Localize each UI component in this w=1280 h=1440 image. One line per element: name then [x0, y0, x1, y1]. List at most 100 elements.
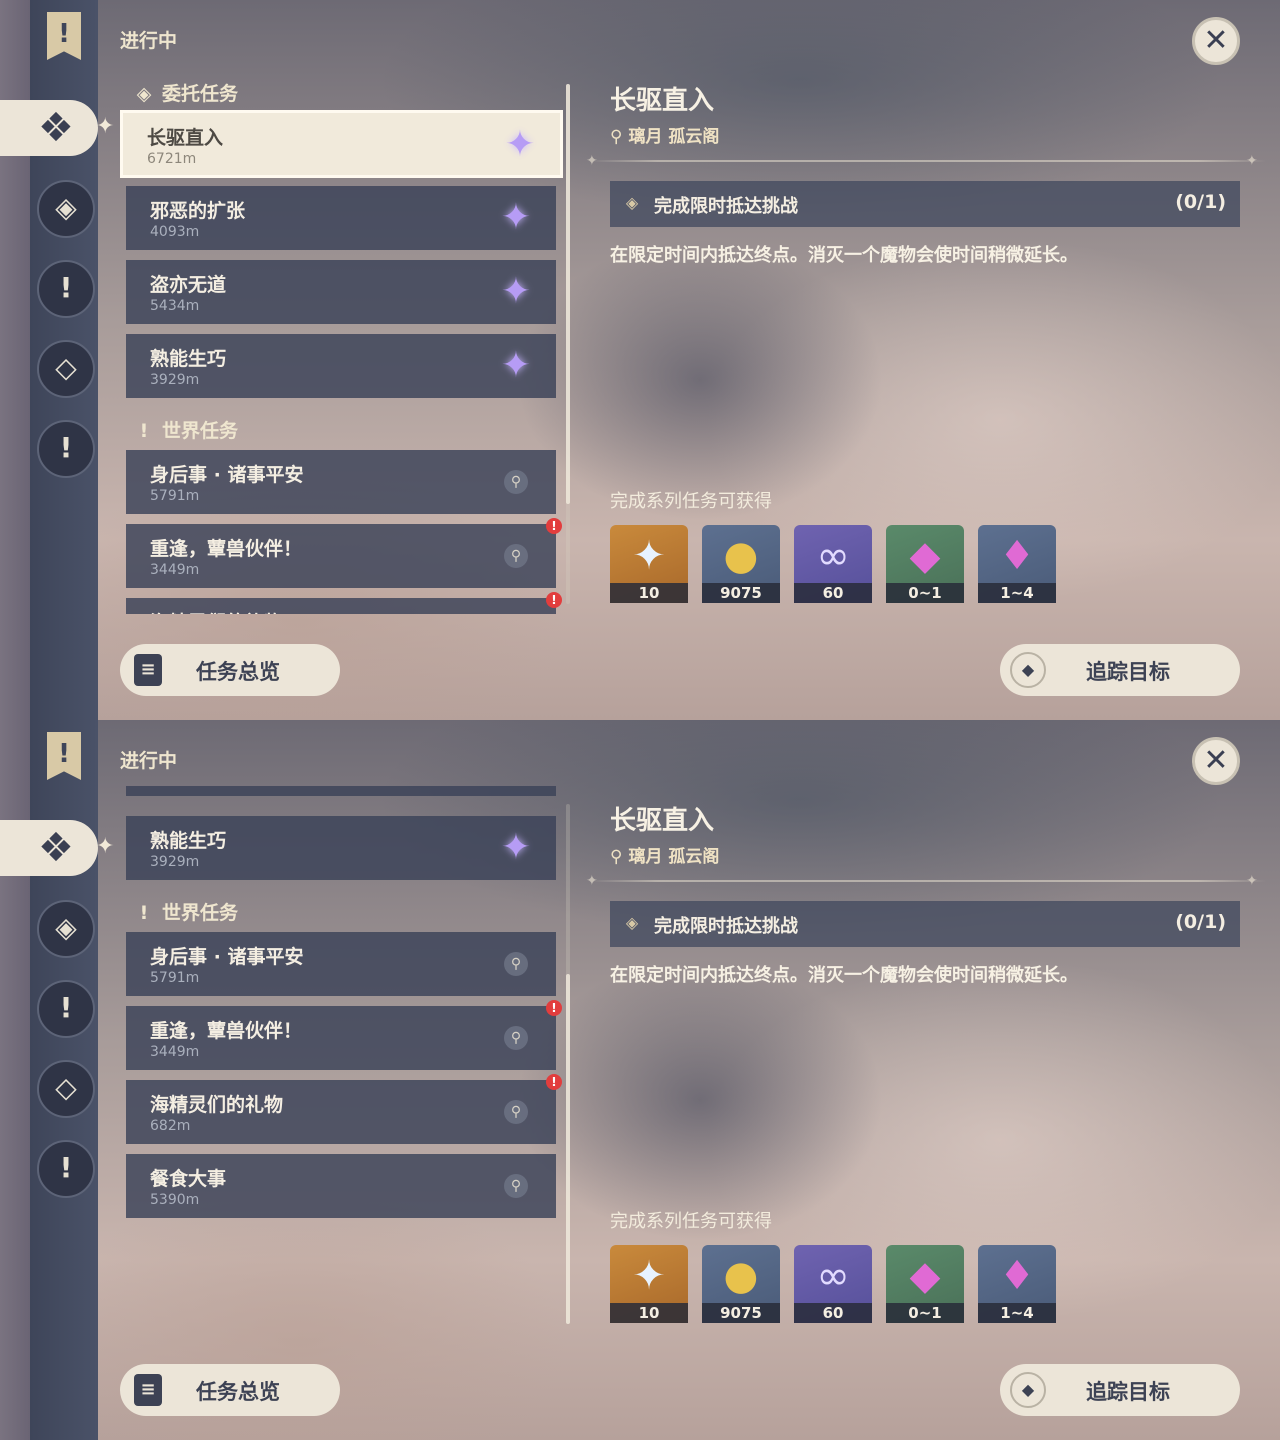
- objective-description: 在限定时间内抵达终点。消灭一个魔物会使时间稍微延长。: [610, 245, 1078, 266]
- quest-overview-button[interactable]: ≡ 任务总览: [120, 644, 340, 696]
- track-label: 追踪目标: [1086, 1380, 1170, 1404]
- quest-card[interactable]: 盗亦无道 5434m ✦: [126, 786, 556, 796]
- rail-tab-world[interactable]: !: [37, 420, 95, 478]
- rail-tab-event[interactable]: ◇: [37, 1060, 95, 1118]
- quest-card[interactable]: 熟能生巧 3929m ✦: [126, 816, 556, 880]
- status-title: 进行中: [120, 30, 178, 52]
- reward-item[interactable]: ∞ 60: [794, 525, 872, 603]
- primogem-icon: ✦: [632, 533, 666, 579]
- quest-panel-bottom: ! ❖ ✦ ◈ ! ◇ ! 进行中 盗亦无道 5434m ✦ 熟能生巧 3929…: [0, 720, 1280, 1440]
- reward-count: 1~4: [978, 583, 1056, 603]
- objective-row: ◈ 完成限时抵达挑战 (0/1): [610, 181, 1240, 227]
- quest-distance: 3929m: [150, 372, 200, 388]
- divider: [590, 160, 1266, 162]
- overview-label: 任务总览: [196, 1380, 280, 1404]
- quest-card[interactable]: 海精灵们的礼物 682m ⚲ !: [126, 1074, 562, 1144]
- quest-card-selected[interactable]: 长驱直入 6721m ✦: [120, 110, 563, 178]
- reward-item[interactable]: ● 9075: [702, 525, 780, 603]
- reward-item[interactable]: ✦ 10: [610, 1245, 688, 1323]
- commission-star-icon: ✦: [500, 271, 532, 312]
- reward-item[interactable]: ◆ 0~1: [886, 1245, 964, 1323]
- quest-name: 身后事 · 诸事平安: [150, 464, 304, 486]
- reward-count: 10: [610, 583, 688, 603]
- quest-card[interactable]: 重逢，蕈兽伙伴！ 3449m ⚲ !: [126, 1000, 562, 1070]
- objective-label: 完成限时抵达挑战: [654, 196, 798, 217]
- quest-name: 餐食大事: [150, 1168, 227, 1190]
- quest-name: 熟能生巧: [150, 830, 227, 852]
- quest-card[interactable]: 重逢，蕈兽伙伴！ 3449m ⚲ !: [126, 518, 562, 588]
- commission-section-icon: ◈: [136, 83, 152, 105]
- location-pin-icon: ⚲: [504, 1174, 528, 1198]
- reward-count: 9075: [702, 1303, 780, 1323]
- quest-card[interactable]: 海精灵们的礼物 682m ⚲ !: [126, 592, 562, 614]
- reward-item[interactable]: ✦ 10: [610, 525, 688, 603]
- detail-title: 长驱直入: [610, 86, 715, 116]
- quest-list[interactable]: 盗亦无道 5434m ✦ 熟能生巧 3929m ✦ !世界任务 身后事 · 诸事…: [120, 786, 564, 1334]
- sparkle-icon: ✦: [96, 834, 115, 859]
- reward-item[interactable]: ♦ 1~4: [978, 525, 1056, 603]
- commission-star-icon: ✦: [500, 827, 532, 868]
- quest-name: 身后事 · 诸事平安: [150, 946, 304, 968]
- reward-item[interactable]: ◆ 0~1: [886, 525, 964, 603]
- quest-name: 重逢，蕈兽伙伴！: [150, 538, 303, 560]
- divider-ornament-icon: ✦: [1246, 873, 1258, 889]
- rail-tab-archon[interactable]: ◈: [37, 180, 95, 238]
- sparkle-icon: ✦: [96, 114, 115, 139]
- adventure-exp-icon: ∞: [816, 533, 850, 579]
- quest-distance: 3449m: [150, 1044, 200, 1060]
- rail-tab-world[interactable]: !: [37, 1140, 95, 1198]
- location-pin-icon: ⚲: [610, 847, 623, 867]
- rail-tab-archon[interactable]: ◈: [37, 900, 95, 958]
- detail-location: ⚲ 璃月 孤云阁: [610, 127, 720, 147]
- alert-badge-icon: !: [546, 518, 562, 534]
- track-target-button[interactable]: ◆ 追踪目标: [1000, 1364, 1240, 1416]
- quest-distance: 682m: [150, 1118, 191, 1134]
- rail-tab-event[interactable]: ◇: [37, 340, 95, 398]
- scrollbar-thumb[interactable]: [566, 84, 570, 504]
- close-button[interactable]: ✕: [1192, 17, 1240, 65]
- section-world: ! 世界任务: [134, 898, 238, 925]
- crystal-chunk-icon: ◆: [909, 1253, 941, 1299]
- reward-item[interactable]: ∞ 60: [794, 1245, 872, 1323]
- commission-icon: ❖: [38, 825, 74, 871]
- commission-star-icon: ✦: [500, 345, 532, 386]
- reward-count: 10: [610, 1303, 688, 1323]
- reward-item[interactable]: ● 9075: [702, 1245, 780, 1323]
- quest-card[interactable]: 熟能生巧 3929m ✦: [126, 334, 556, 398]
- quest-card[interactable]: 餐食大事 5390m ⚲: [126, 1154, 556, 1218]
- quest-card[interactable]: 身后事 · 诸事平安 5791m ⚲: [126, 932, 556, 996]
- objective-label: 完成限时抵达挑战: [654, 916, 798, 937]
- quest-card[interactable]: 盗亦无道 5434m ✦: [126, 260, 556, 324]
- quest-overview-button[interactable]: ≡ 任务总览: [120, 1364, 340, 1416]
- quest-card[interactable]: 身后事 · 诸事平安 5791m ⚲: [126, 450, 556, 514]
- scrollbar-thumb[interactable]: [566, 974, 570, 1324]
- objective-diamond-icon: ◈: [625, 193, 639, 212]
- section-commission: ◈ 委托任务: [134, 79, 238, 106]
- reward-item[interactable]: ♦ 1~4: [978, 1245, 1056, 1323]
- alert-badge-icon: !: [546, 592, 562, 608]
- mora-icon: ●: [723, 533, 759, 579]
- quest-name: 邪恶的扩张: [150, 200, 246, 222]
- mora-icon: ●: [723, 1253, 759, 1299]
- close-button[interactable]: ✕: [1192, 737, 1240, 785]
- rail-tab-story[interactable]: !: [37, 260, 95, 318]
- track-diamond-icon: ◆: [1010, 1372, 1046, 1408]
- track-target-button[interactable]: ◆ 追踪目标: [1000, 644, 1240, 696]
- crystal-cluster-icon: ♦: [999, 1253, 1035, 1299]
- quest-panel-top: ! ❖ ✦ ◈ ! ◇ ! 进行中 ◈ 委托任务 长驱直入 6721m ✦ 邪恶的…: [0, 0, 1280, 720]
- overview-label: 任务总览: [196, 660, 280, 684]
- rail-tab-story[interactable]: !: [37, 980, 95, 1038]
- quest-name: 海精灵们的礼物: [150, 1094, 284, 1116]
- quest-distance: 5791m: [150, 488, 200, 504]
- track-label: 追踪目标: [1086, 660, 1170, 684]
- status-title: 进行中: [120, 750, 178, 772]
- rail-tab-commission[interactable]: ❖: [0, 820, 98, 876]
- quest-card[interactable]: 邪恶的扩张 4093m ✦: [126, 186, 556, 250]
- rail-tab-commission[interactable]: ❖: [0, 100, 98, 156]
- world-section-icon: !: [139, 902, 149, 924]
- section-world: ! 世界任务: [134, 416, 238, 443]
- quest-list[interactable]: ◈ 委托任务 长驱直入 6721m ✦ 邪恶的扩张 4093m ✦ 盗亦无道 54…: [120, 76, 564, 614]
- commission-star-icon: ✦: [500, 197, 532, 238]
- alert-badge-icon: !: [546, 1074, 562, 1090]
- quest-name: 海精灵们的礼物: [150, 608, 283, 614]
